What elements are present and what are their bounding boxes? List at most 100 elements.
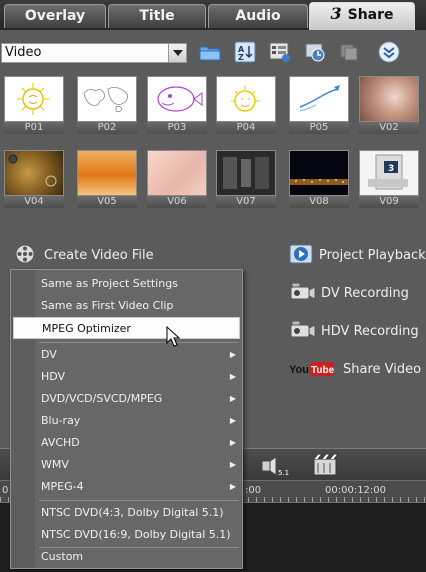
svg-text:You: You [289, 364, 309, 376]
chapter-button[interactable] [312, 453, 340, 480]
hdv-recording-label: HDV Recording [321, 323, 419, 339]
sort-button[interactable]: A Z [233, 41, 257, 65]
tab-audio[interactable]: Audio [208, 4, 308, 28]
menu-item-dv[interactable]: DV ▶ [11, 344, 242, 366]
video-frame-image [4, 150, 64, 196]
capture-button[interactable] [303, 41, 327, 65]
thumbnail-item[interactable]: V08 [289, 150, 349, 208]
thumbnail-item[interactable]: V06 [147, 150, 207, 208]
share-video-online-button[interactable]: You Tube Share Video O [289, 358, 426, 380]
thumbnail-caption: V02 [359, 122, 419, 134]
video-frame-image [216, 150, 276, 196]
menu-item-label: NTSC DVD(4:3, Dolby Digital 5.1) [41, 506, 224, 519]
thumbnail-item[interactable]: V02 [359, 76, 419, 134]
film-clapper-icon [312, 453, 340, 480]
menu-item-dvd-vcd-svcd-mpeg[interactable]: DVD/VCD/SVCD/MPEG ▶ [11, 388, 242, 410]
library-manager-icon [339, 41, 361, 66]
library-thumbnails: P01 P02 P03 P04 P05 V02 V04 V05 V06 V07 … [0, 74, 426, 208]
video-frame-image [147, 150, 207, 196]
submenu-arrow-icon: ▶ [229, 438, 236, 447]
submenu-arrow-icon: ▶ [229, 372, 236, 381]
sort-az-icon: A Z [234, 41, 256, 66]
menu-item-custom[interactable]: Custom [11, 546, 242, 568]
tab-overlay[interactable]: Overlay [4, 4, 106, 28]
thumbnail-item[interactable]: P01 [4, 76, 64, 134]
menu-item-label: MPEG-4 [41, 480, 84, 493]
audio-mix-5-1-button[interactable]: 5.1 [260, 455, 290, 480]
thumbnail-caption: P01 [4, 122, 64, 134]
create-video-file-menu: Same as Project Settings Same as First V… [10, 269, 243, 569]
sun-drawing-image [216, 76, 276, 122]
expand-options-button[interactable] [377, 41, 401, 65]
video-frame-image [77, 150, 137, 196]
thumbnail-item[interactable]: 3 V09 [359, 150, 419, 208]
menu-item-wmv[interactable]: WMV ▶ [11, 454, 242, 476]
create-video-file-label: Create Video File [44, 247, 154, 263]
menu-item-mpeg-4[interactable]: MPEG-4 ▶ [11, 476, 242, 498]
video-frame-image [359, 76, 419, 122]
list-view-icon [269, 41, 291, 66]
menu-item-same-as-project-settings[interactable]: Same as Project Settings [11, 273, 242, 295]
tab-overlay-label: Overlay [24, 8, 86, 24]
youtube-logo: You Tube [289, 361, 335, 377]
menu-item-same-as-first-video-clip[interactable]: Same as First Video Clip [11, 295, 242, 317]
submenu-arrow-icon: ▶ [229, 482, 236, 491]
dv-recording-button[interactable]: DV Recording [289, 282, 409, 304]
menu-item-blu-ray[interactable]: Blu-ray ▶ [11, 410, 242, 432]
tab-share[interactable]: 3 Share [309, 2, 415, 30]
thumbnail-item[interactable]: V05 [77, 150, 137, 208]
menu-item-label: Same as Project Settings [41, 277, 178, 290]
chevron-down-icon[interactable] [168, 44, 186, 62]
svg-text:3: 3 [388, 164, 394, 174]
thumbnail-caption: V08 [289, 196, 349, 208]
ruler-time-label: 00:00:12:00 [325, 485, 387, 496]
thumbnail-item[interactable]: V04 [4, 150, 64, 208]
thumbnail-caption: V05 [77, 196, 137, 208]
create-video-file-button[interactable]: Create Video File [14, 244, 154, 266]
project-playback-button[interactable]: Project Playback [289, 244, 426, 266]
thumbnail-caption: P03 [147, 122, 207, 134]
sun-drawing-image [4, 76, 64, 122]
camcorder-icon [289, 319, 317, 344]
menu-item-label: WMV [41, 458, 69, 471]
open-folder-button[interactable] [198, 41, 222, 65]
submenu-arrow-icon: ▶ [229, 460, 236, 469]
thumbnail-item[interactable]: P05 [289, 76, 349, 134]
thumbnail-item[interactable]: P03 [147, 76, 207, 134]
menu-separator [39, 342, 239, 343]
menu-item-ntsc-dvd-4-3[interactable]: NTSC DVD(4:3, Dolby Digital 5.1) [11, 502, 242, 524]
media-type-value: Video [5, 45, 42, 60]
mouse-pointer-icon [166, 325, 181, 351]
thumbnail-caption: P02 [77, 122, 137, 134]
menu-item-avchd[interactable]: AVCHD ▶ [11, 432, 242, 454]
ruler-label: 0 [2, 485, 9, 496]
thumbnail-item[interactable]: P04 [216, 76, 276, 134]
menu-item-hdv[interactable]: HDV ▶ [11, 366, 242, 388]
thumbnail-caption: V07 [216, 196, 276, 208]
ruler-label: :00 [245, 485, 262, 496]
menu-separator [39, 500, 239, 501]
thumbnail-caption: V04 [4, 196, 64, 208]
view-options-button[interactable] [268, 41, 292, 65]
menu-item-ntsc-dvd-16-9[interactable]: NTSC DVD(16:9, Dolby Digital 5.1) [11, 524, 242, 546]
thumbnail-item[interactable]: V07 [216, 150, 276, 208]
library-manager-button[interactable] [338, 41, 362, 65]
tab-share-step-number: 3 [330, 4, 342, 23]
menu-item-label: Blu-ray [41, 414, 81, 427]
menu-item-mpeg-optimizer[interactable]: MPEG Optimizer [13, 317, 240, 339]
dv-recording-label: DV Recording [321, 285, 409, 301]
tab-audio-label: Audio [235, 8, 281, 24]
menu-item-label: NTSC DVD(16:9, Dolby Digital 5.1) [41, 528, 231, 541]
double-chevron-down-icon [378, 41, 400, 66]
world-map-drawing-image [77, 76, 137, 122]
tab-bar: Overlay Title Audio 3 Share [0, 0, 426, 30]
thumbnail-caption: P05 [289, 122, 349, 134]
menu-item-label: Custom [41, 550, 84, 563]
hdv-recording-button[interactable]: HDV Recording [289, 320, 419, 342]
menu-item-label: HDV [41, 370, 66, 383]
tab-title[interactable]: Title [108, 4, 206, 28]
media-type-dropdown[interactable]: Video [1, 43, 187, 63]
camcorder-icon [289, 281, 317, 306]
thumbnail-item[interactable]: P02 [77, 76, 137, 134]
tab-share-label: Share [347, 7, 394, 23]
